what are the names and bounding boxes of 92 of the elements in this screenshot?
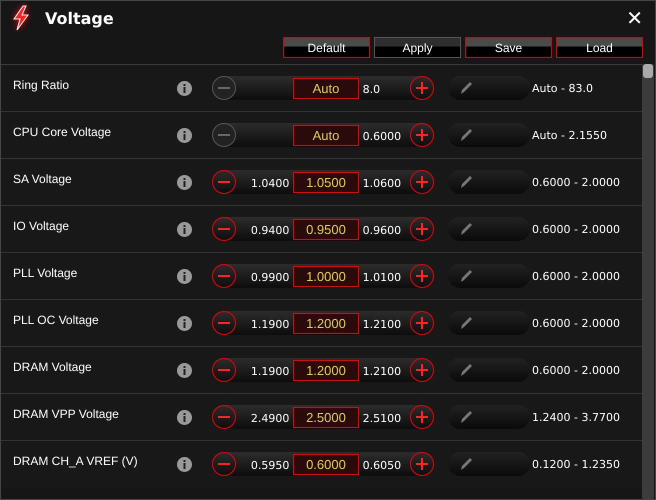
window-title: Voltage bbox=[45, 8, 115, 28]
value-field[interactable]: 1.2000 bbox=[293, 360, 359, 380]
lower-value: 0.9900 bbox=[250, 270, 290, 284]
info-icon[interactable] bbox=[177, 456, 192, 472]
setting-label: DRAM VPP Voltage bbox=[12, 407, 120, 423]
plus-button[interactable] bbox=[410, 217, 434, 241]
setting-label: SA Voltage bbox=[12, 172, 73, 188]
close-button[interactable]: ✕ bbox=[622, 7, 647, 29]
range-text: Auto - 2.1550 bbox=[532, 128, 607, 142]
pencil-icon bbox=[458, 174, 474, 190]
info-icon[interactable] bbox=[177, 174, 192, 190]
lower-value: 1.0400 bbox=[250, 176, 290, 190]
upper-value: 2.5100 bbox=[362, 410, 402, 424]
minus-button[interactable] bbox=[212, 358, 236, 382]
info-icon[interactable] bbox=[177, 80, 192, 96]
info-icon[interactable] bbox=[177, 316, 192, 330]
pencil-icon bbox=[458, 221, 474, 237]
pencil-icon bbox=[458, 80, 474, 96]
lower-value: 1.1900 bbox=[250, 316, 290, 330]
info-icon[interactable] bbox=[177, 128, 192, 142]
plus-button[interactable] bbox=[410, 170, 434, 194]
upper-value: 0.9600 bbox=[362, 222, 402, 236]
minus-button[interactable] bbox=[212, 311, 236, 335]
minus-button[interactable] bbox=[212, 217, 236, 241]
range-text: 0.6000 - 2.0000 bbox=[532, 176, 620, 188]
plus-button[interactable] bbox=[410, 452, 434, 476]
pencil-icon bbox=[458, 362, 474, 378]
value-field[interactable]: 2.5000 bbox=[293, 406, 359, 428]
upper-value: 1.2100 bbox=[362, 364, 402, 378]
value-field[interactable]: Auto bbox=[293, 78, 359, 98]
pencil-icon bbox=[458, 456, 474, 472]
value-field[interactable]: 1.0000 bbox=[293, 266, 359, 286]
pencil-icon bbox=[458, 409, 474, 425]
minus-button[interactable] bbox=[212, 452, 236, 476]
info-icon[interactable] bbox=[177, 268, 192, 284]
plus-button[interactable] bbox=[410, 405, 434, 429]
setting-label: PLL Voltage bbox=[12, 266, 78, 282]
plus-button[interactable] bbox=[410, 311, 434, 335]
pencil-icon bbox=[458, 315, 474, 331]
range-text: 0.6000 - 2.0000 bbox=[532, 316, 620, 330]
setting-label: Ring Ratio bbox=[12, 78, 70, 94]
setting-label: PLL OC Voltage bbox=[12, 313, 100, 329]
range-text: 1.2400 - 3.7700 bbox=[532, 410, 620, 424]
upper-value: 1.2100 bbox=[362, 316, 402, 330]
range-text: Auto - 83.0 bbox=[532, 82, 593, 94]
value-field[interactable]: 0.6000 bbox=[293, 454, 359, 474]
lower-value: 0.5950 bbox=[250, 458, 290, 472]
pencil-icon bbox=[458, 127, 474, 143]
value-slider[interactable]: 1.1900 1.2000 1.2100 bbox=[212, 311, 434, 335]
pencil-icon bbox=[458, 268, 474, 284]
plus-button[interactable] bbox=[410, 358, 434, 382]
minus-button[interactable] bbox=[212, 170, 236, 194]
upper-value: 1.0600 bbox=[362, 176, 402, 190]
minus-button[interactable] bbox=[212, 264, 236, 288]
scrollbar[interactable] bbox=[642, 64, 654, 499]
lower-value: 2.4900 bbox=[250, 410, 290, 424]
lower-value: 1.1900 bbox=[250, 364, 290, 378]
value-slider[interactable]: 1.0400 1.0500 1.0600 bbox=[212, 170, 434, 194]
info-icon[interactable] bbox=[177, 362, 192, 378]
value-slider[interactable]: 0.5950 0.6000 0.6050 bbox=[212, 452, 434, 476]
value-field[interactable]: Auto bbox=[293, 124, 359, 146]
plus-button[interactable] bbox=[410, 264, 434, 288]
setting-label: DRAM Voltage bbox=[12, 360, 93, 376]
range-text: 0.6000 - 2.0000 bbox=[532, 364, 620, 376]
range-text: 0.6000 - 2.0000 bbox=[532, 270, 620, 282]
value-field[interactable]: 0.9500 bbox=[293, 218, 359, 240]
value-field[interactable]: 1.0500 bbox=[293, 172, 359, 192]
setting-label: DRAM CH_A VREF (V) bbox=[12, 454, 139, 470]
value-slider[interactable]: Auto 0.6000 bbox=[212, 123, 434, 147]
range-text: 0.6000 - 2.0000 bbox=[532, 222, 620, 236]
value-field[interactable]: 1.2000 bbox=[293, 312, 359, 334]
value-slider[interactable]: 1.1900 1.2000 1.2100 bbox=[212, 358, 434, 382]
plus-button[interactable] bbox=[410, 76, 434, 100]
upper-value: 0.6050 bbox=[362, 458, 402, 472]
minus-button[interactable] bbox=[212, 405, 236, 429]
setting-label: CPU Core Voltage bbox=[12, 125, 112, 141]
lower-value: 0.9400 bbox=[250, 222, 290, 236]
plus-button[interactable] bbox=[410, 123, 434, 147]
value-slider[interactable]: Auto 8.0 bbox=[212, 76, 434, 100]
upper-value: 0.6000 bbox=[362, 128, 402, 142]
toolbar-button[interactable]: Save bbox=[465, 37, 552, 58]
setting-label: IO Voltage bbox=[12, 219, 70, 235]
range-text: 0.1200 - 1.2350 bbox=[532, 458, 620, 470]
info-icon[interactable] bbox=[177, 222, 192, 236]
upper-value: 8.0 bbox=[362, 82, 382, 96]
upper-value: 1.0100 bbox=[362, 270, 402, 284]
toolbar-button[interactable]: Load bbox=[556, 37, 643, 58]
value-slider[interactable]: 0.9900 1.0000 1.0100 bbox=[212, 264, 434, 288]
value-slider[interactable]: 0.9400 0.9500 0.9600 bbox=[212, 217, 434, 241]
toolbar-button[interactable]: Default bbox=[283, 37, 370, 58]
value-slider[interactable]: 2.4900 2.5000 2.5100 bbox=[212, 405, 434, 429]
info-icon[interactable] bbox=[177, 410, 192, 424]
